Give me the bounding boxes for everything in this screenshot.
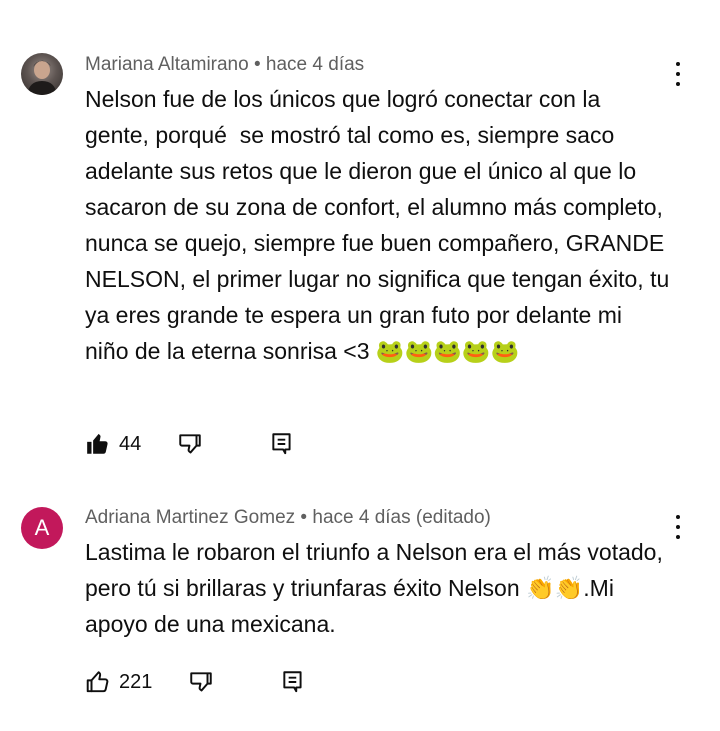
comment-actions: 221 [85, 667, 306, 697]
comment-meta: Adriana Martinez Gomez • hace 4 días (ed… [85, 507, 491, 529]
comment-actions: 44 [85, 429, 295, 459]
dislike-icon[interactable] [177, 431, 203, 457]
like-count: 221 [119, 670, 153, 693]
avatar[interactable]: A [21, 507, 63, 549]
comment-time[interactable]: hace 4 días [266, 54, 364, 75]
author-name[interactable]: Adriana Martinez Gomez [85, 507, 295, 528]
like-filled-icon[interactable] [85, 431, 111, 457]
reply-icon[interactable] [269, 431, 295, 457]
user-photo-icon [27, 60, 57, 95]
dislike-icon[interactable] [188, 669, 214, 695]
avatar[interactable] [21, 53, 63, 95]
comment-time[interactable]: hace 4 días (editado) [312, 507, 491, 528]
meta-separator: • [295, 507, 313, 528]
like-count: 44 [119, 432, 142, 455]
meta-separator: • [248, 54, 266, 75]
comment-meta: Mariana Altamirano • hace 4 días [85, 54, 364, 76]
author-name[interactable]: Mariana Altamirano [85, 54, 249, 75]
comment-text: Lastima le robaron el triunfo a Nelson e… [85, 539, 670, 637]
comment-text: Nelson fue de los únicos que logró conec… [85, 86, 676, 364]
reply-icon[interactable] [280, 669, 306, 695]
like-icon[interactable] [85, 669, 111, 695]
